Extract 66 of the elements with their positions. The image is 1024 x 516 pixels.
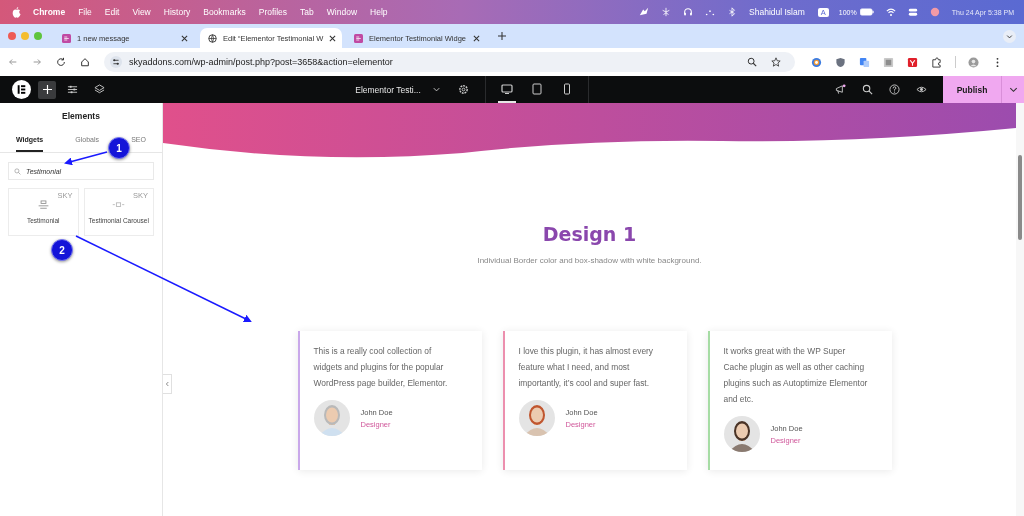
bookmark-star-icon[interactable]	[771, 57, 781, 67]
close-tab-icon[interactable]	[473, 34, 480, 42]
app-menu[interactable]: Chrome	[33, 7, 66, 17]
fan-icon[interactable]	[661, 7, 672, 17]
bird-icon[interactable]	[639, 7, 650, 17]
menu-item[interactable]: Profiles	[258, 7, 288, 17]
chevron-left-icon	[165, 381, 169, 387]
profile-avatar-icon[interactable]	[968, 56, 979, 68]
reload-icon[interactable]	[56, 57, 66, 67]
shield-icon[interactable]	[835, 56, 846, 68]
testimonial-icon	[36, 200, 50, 210]
add-element-button[interactable]	[38, 80, 56, 99]
section-subheading: Individual Border color and box-shadow with white background.	[477, 256, 702, 265]
carousel-icon	[112, 200, 126, 210]
zoom-icon[interactable]	[747, 57, 757, 67]
settings-sliders-icon[interactable]	[67, 84, 78, 95]
publish-button[interactable]: Publish	[943, 76, 1001, 103]
apple-icon[interactable]	[12, 6, 21, 18]
headphones-icon[interactable]	[683, 7, 694, 17]
menu-item[interactable]: Tab	[300, 7, 314, 17]
elementor-logo[interactable]	[12, 80, 31, 99]
search-icon[interactable]	[862, 84, 873, 95]
section-heading: Design 1	[542, 222, 637, 246]
plus-icon	[42, 85, 52, 94]
dots-icon[interactable]	[705, 7, 716, 17]
address-field[interactable]: skyaddons.com/wp-admin/post.php?post=3658&action=elementor	[104, 52, 795, 72]
puzzle-icon[interactable]	[931, 56, 942, 68]
extension-icon[interactable]	[907, 56, 918, 68]
control-center-icon[interactable]	[907, 7, 918, 17]
new-tab-icon[interactable]	[498, 32, 506, 40]
help-icon[interactable]	[889, 84, 900, 95]
megaphone-icon[interactable]	[835, 84, 846, 95]
menu-item[interactable]: Window	[326, 7, 358, 17]
menu-item[interactable]: History	[163, 7, 191, 17]
testimonial-quote: It works great with the WP Super Cache plugin as well as other caching plugins such as Autoptimize Elementor and etc.	[723, 345, 869, 406]
scrollbar-thumb[interactable]	[1018, 155, 1022, 240]
tablet-icon	[530, 82, 543, 95]
menu-item[interactable]: Edit	[104, 7, 120, 17]
search-icon	[14, 167, 21, 175]
document-title[interactable]: Elementor Testi...	[355, 84, 421, 95]
home-icon[interactable]	[80, 57, 90, 67]
translate-icon[interactable]	[859, 56, 870, 68]
preview-eye-icon[interactable]	[916, 84, 927, 95]
close-tab-icon[interactable]	[181, 34, 188, 42]
bluetooth-icon[interactable]	[727, 7, 738, 17]
panel-title: Elements	[61, 110, 101, 123]
testimonial-quote: I love this plugin, it has almost every feature what I need, and most importantly, it’s cool and super fast.	[518, 345, 655, 390]
layers-icon[interactable]	[94, 84, 105, 95]
menu-item[interactable]: Bookmarks	[203, 7, 246, 17]
menu-item[interactable]: Help	[370, 7, 388, 17]
color-ring-icon[interactable]	[811, 56, 822, 68]
menu-item[interactable]: View	[132, 7, 151, 17]
site-icon	[354, 33, 363, 43]
close-window-icon[interactable]	[8, 32, 16, 40]
battery-icon[interactable]	[859, 8, 874, 16]
annotation-arrow	[64, 151, 108, 166]
site-settings-icon[interactable]	[110, 56, 122, 68]
globe-icon	[208, 33, 217, 43]
settings-icon[interactable]	[457, 84, 469, 95]
wifi-icon[interactable]	[885, 7, 896, 17]
close-tab-icon[interactable]	[329, 34, 337, 42]
testimonial-quote: This is a really cool collection of widgets and plugins for the popular WordPress page builder, Elementor.	[313, 345, 449, 390]
site-icon	[62, 33, 71, 43]
user-name[interactable]: Shahidul Islam	[749, 7, 805, 17]
menu-item[interactable]: File	[78, 7, 92, 17]
desktop-icon	[500, 82, 513, 95]
